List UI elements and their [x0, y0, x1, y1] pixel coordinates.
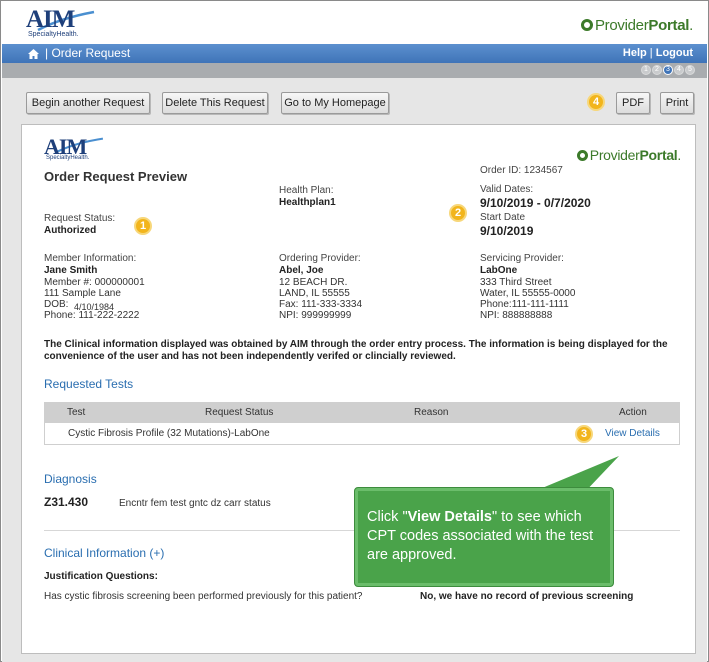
ordering-provider-name: Abel, Joe	[279, 265, 324, 276]
ordering-provider-address2: LAND, IL 55555	[279, 288, 350, 299]
clinical-disclaimer: The Clinical information displayed was o…	[44, 339, 668, 362]
portal-logo-dot: .	[689, 17, 693, 34]
aim-logo-subtext: SpecialtyHealth.	[28, 31, 79, 38]
step-4: 4	[674, 65, 684, 75]
tooltip-callout: Click "View Details" to see which CPT co…	[354, 487, 614, 587]
col-request-status: Request Status	[205, 407, 274, 418]
col-action: Action	[619, 407, 647, 418]
annotation-badge-1: 1	[134, 217, 152, 235]
portal-logo-bold: Portal	[648, 17, 690, 34]
diagnosis-code: Z31.430	[44, 495, 89, 509]
member-name: Jane Smith	[44, 265, 98, 276]
member-dob-label: DOB:	[44, 299, 69, 310]
servicing-provider-phone: Phone:111-111-1111	[480, 299, 569, 310]
col-test: Test	[67, 407, 86, 418]
card-portal-logo-bold: Portal	[639, 147, 678, 163]
servicing-provider-address2: Water, IL 55555-0000	[480, 288, 576, 299]
ordering-provider-label: Ordering Provider:	[279, 253, 361, 264]
member-number: Member #: 000000001	[44, 277, 145, 288]
servicing-provider-name: LabOne	[480, 265, 518, 276]
provider-portal-icon	[580, 19, 593, 31]
begin-another-request-button[interactable]: Begin another Request	[26, 92, 150, 114]
diagnosis-heading: Diagnosis	[44, 472, 97, 486]
provider-portal-logo: ProviderPortal.	[580, 17, 693, 34]
requested-tests-heading: Requested Tests	[44, 377, 134, 391]
step-indicators: 1 2 3 4 5	[641, 65, 695, 75]
servicing-provider-label: Servicing Provider:	[480, 253, 564, 264]
delete-request-button[interactable]: Delete This Request	[162, 92, 268, 114]
portal-logo-regular: Provider	[594, 17, 649, 34]
health-plan-value: Healthplan1	[279, 197, 336, 208]
start-date-label: Start Date	[480, 212, 526, 223]
logout-link[interactable]: Logout	[656, 47, 693, 59]
header-links: Help | Logout	[623, 47, 693, 59]
page-title: | Order Request	[45, 46, 131, 60]
ordering-provider-address1: 12 BEACH DR.	[279, 277, 348, 288]
print-button[interactable]: Print	[660, 92, 694, 114]
browser-frame: AIM SpecialtyHealth. ProviderPortal. | O…	[0, 0, 709, 662]
ordering-provider-npi: NPI: 999999999	[279, 310, 352, 321]
top-header: AIM SpecialtyHealth. ProviderPortal.	[2, 2, 707, 44]
step-5: 5	[685, 65, 695, 75]
tests-table-header: Test Request Status Reason Action	[44, 402, 680, 423]
valid-dates-label: Valid Dates:	[480, 184, 534, 195]
callout-bold: View Details	[407, 509, 492, 525]
step-3-current: 3	[663, 65, 673, 75]
start-date-value: 9/10/2019	[480, 224, 534, 238]
order-id: Order ID: 1234567	[480, 165, 563, 176]
callout-prefix: Click "	[367, 509, 408, 525]
step-2: 2	[652, 65, 662, 75]
home-icon[interactable]	[27, 47, 40, 60]
annotation-badge-2: 2	[449, 204, 467, 222]
health-plan-label: Health Plan:	[279, 185, 334, 196]
progress-strip: 1 2 3 4 5	[2, 63, 707, 78]
card-provider-portal-icon	[576, 150, 588, 161]
link-separator: |	[646, 47, 656, 59]
member-address: 111 Sample Lane	[44, 288, 121, 299]
diagnosis-description: Encntr fem test gntc dz carr status	[119, 498, 271, 509]
title-bar: | Order Request Help | Logout	[2, 44, 707, 63]
card-portal-logo-regular: Provider	[589, 147, 640, 163]
order-preview-heading: Order Request Preview	[44, 169, 188, 184]
card-provider-portal-logo: ProviderPortal.	[576, 147, 681, 163]
servicing-provider-npi: NPI: 888888888	[480, 310, 553, 321]
card-aim-logo-subtext: SpecialtyHealth.	[46, 155, 90, 161]
card-portal-logo-dot: .	[677, 147, 681, 163]
annotation-badge-3: 3	[575, 425, 593, 443]
ordering-provider-fax: Fax: 111-333-3334	[279, 299, 363, 310]
aim-logo: AIM SpecialtyHealth.	[26, 6, 96, 40]
annotation-badge-4: 4	[587, 93, 605, 111]
justification-answer: No, we have no record of previous screen…	[420, 591, 634, 602]
pdf-button[interactable]: PDF	[616, 92, 650, 114]
request-status-value: Authorized	[44, 225, 97, 236]
servicing-provider-address1: 333 Third Street	[480, 277, 552, 288]
col-reason: Reason	[414, 407, 449, 418]
test-name-cell: Cystic Fibrosis Profile (32 Mutations)-L…	[68, 428, 270, 439]
justification-question: Has cystic fibrosis screening been perfo…	[44, 591, 363, 602]
member-phone: Phone: 111-222-2222	[44, 310, 140, 321]
member-info-label: Member Information:	[44, 253, 137, 264]
go-to-homepage-button[interactable]: Go to My Homepage	[281, 92, 389, 114]
aim-logo-text: AIM	[26, 6, 75, 33]
card-aim-logo: AIM SpecialtyHealth.	[44, 135, 108, 165]
valid-dates-value: 9/10/2019 - 0/7/2020	[480, 196, 591, 210]
help-link[interactable]: Help	[623, 47, 647, 59]
request-status-label: Request Status:	[44, 213, 116, 224]
justification-label: Justification Questions:	[44, 571, 158, 582]
view-details-link[interactable]: View Details	[605, 428, 660, 439]
clinical-info-toggle[interactable]: Clinical Information (+)	[44, 546, 164, 560]
step-1: 1	[641, 65, 651, 75]
